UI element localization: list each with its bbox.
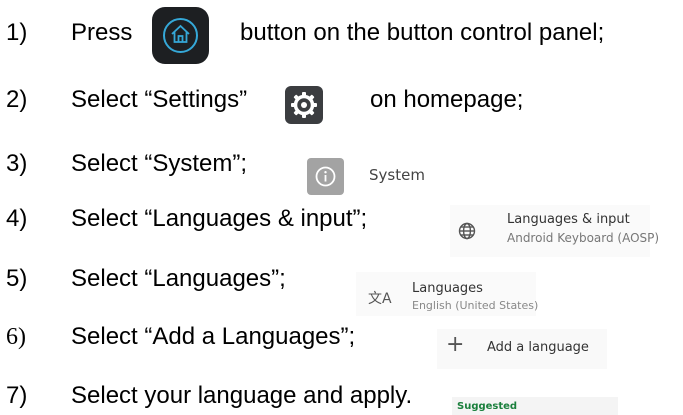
translate-icon: 文A bbox=[368, 291, 392, 307]
step-text: Select “Settings” bbox=[71, 86, 248, 113]
step-text: Select your language and apply. bbox=[71, 382, 413, 409]
step-text: Select “System”; bbox=[71, 150, 248, 177]
languages-input-title: Languages & input bbox=[507, 212, 630, 227]
languages-subtitle: English (United States) bbox=[412, 299, 539, 312]
add-language-label: Add a language bbox=[487, 340, 589, 355]
system-label[interactable]: System bbox=[369, 166, 425, 184]
info-icon bbox=[315, 166, 336, 187]
languages-title: Languages bbox=[412, 281, 483, 296]
step-text: Select “Languages & input”; bbox=[71, 205, 368, 232]
home-icon bbox=[171, 24, 190, 43]
plus-icon: + bbox=[446, 332, 465, 357]
home-button[interactable] bbox=[152, 7, 209, 64]
languages-input-subtitle: Android Keyboard (AOSP) bbox=[507, 231, 660, 245]
suggested-label: Suggested bbox=[457, 401, 518, 412]
step-number: 5) bbox=[6, 265, 28, 292]
step-number: 2) bbox=[6, 86, 28, 113]
step-number: 3) bbox=[6, 150, 28, 177]
system-icon-box[interactable] bbox=[307, 158, 344, 195]
gear-icon bbox=[291, 92, 317, 118]
step-text-after: on homepage; bbox=[370, 86, 524, 113]
step-text: Select “Languages”; bbox=[71, 265, 286, 292]
globe-icon bbox=[458, 222, 476, 240]
step-number: 1) bbox=[6, 19, 28, 46]
step-number: 7) bbox=[6, 382, 28, 409]
settings-app-icon[interactable] bbox=[285, 86, 323, 124]
step-number: 4) bbox=[6, 205, 28, 232]
step-text: Select “Add a Languages”; bbox=[71, 323, 356, 350]
step-text-after: button on the button control panel; bbox=[240, 19, 605, 46]
step-number: 6) bbox=[6, 324, 26, 350]
step-text: Press bbox=[71, 19, 133, 46]
